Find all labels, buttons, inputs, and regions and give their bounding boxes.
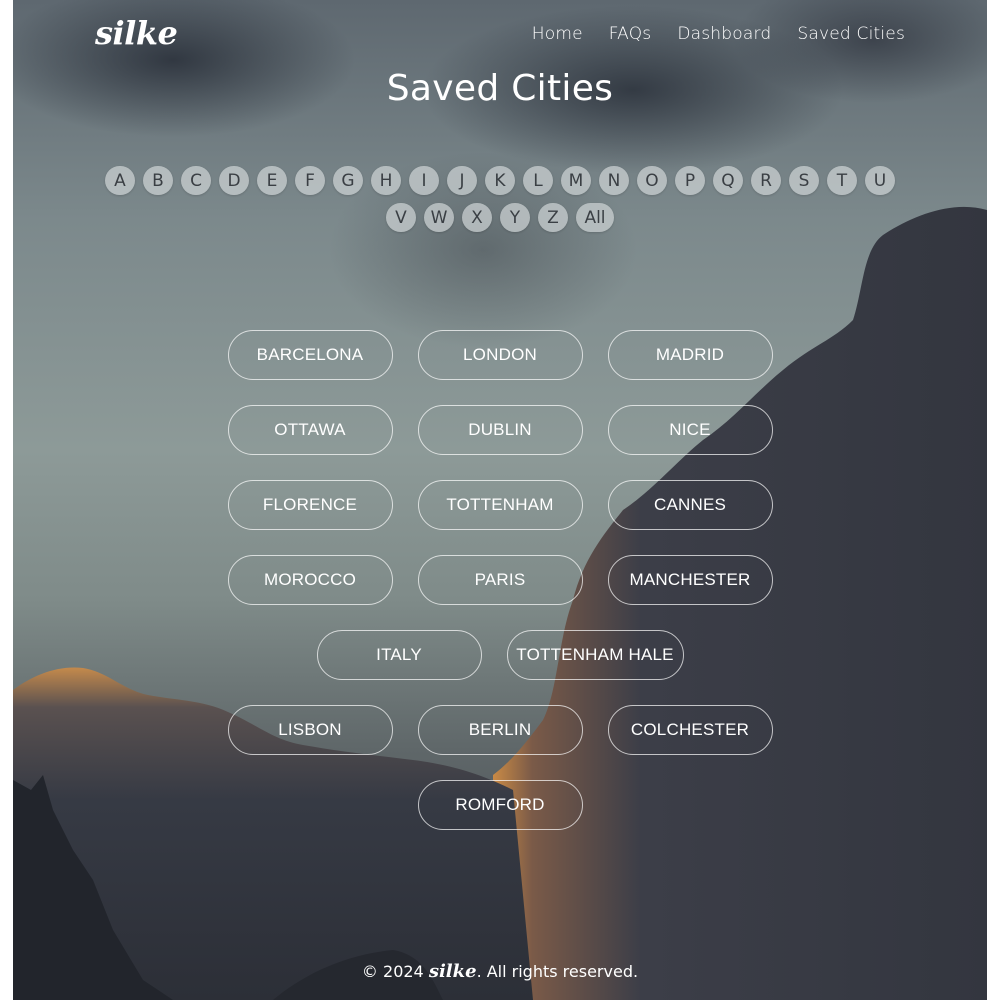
nav-dashboard-link[interactable]: Dashboard — [677, 24, 771, 44]
letter-filter-c[interactable]: C — [181, 166, 211, 195]
city-button-morocco[interactable]: MOROCCO — [227, 555, 393, 605]
city-button-colchester[interactable]: COLCHESTER — [607, 705, 773, 755]
city-button-tottenham-hale[interactable]: TOTTENHAM HALE — [506, 630, 684, 680]
city-button-madrid[interactable]: MADRID — [607, 330, 773, 380]
city-button-barcelona[interactable]: BARCELONA — [227, 330, 393, 380]
letter-filter-k[interactable]: K — [485, 166, 515, 195]
letter-filter-l[interactable]: L — [523, 166, 553, 195]
city-button-lisbon[interactable]: LISBON — [227, 705, 393, 755]
letter-filter-t[interactable]: T — [827, 166, 857, 195]
city-button-cannes[interactable]: CANNES — [607, 480, 773, 530]
letter-filter-e[interactable]: E — [257, 166, 287, 195]
city-button-tottenham[interactable]: TOTTENHAM — [417, 480, 583, 530]
city-button-florence[interactable]: FLORENCE — [227, 480, 393, 530]
letter-filter-q[interactable]: Q — [713, 166, 743, 195]
letter-filter-p[interactable]: P — [675, 166, 705, 195]
letter-filter-j[interactable]: J — [447, 166, 477, 195]
letter-filter-s[interactable]: S — [789, 166, 819, 195]
page: silke Home FAQs Dashboard Saved Cities S… — [13, 0, 987, 1000]
letter-filter-a[interactable]: A — [105, 166, 135, 195]
city-button-manchester[interactable]: MANCHESTER — [607, 555, 773, 605]
city-button-dublin[interactable]: DUBLIN — [417, 405, 583, 455]
city-button-berlin[interactable]: BERLIN — [417, 705, 583, 755]
letter-filter-h[interactable]: H — [371, 166, 401, 195]
city-button-ottawa[interactable]: OTTAWA — [227, 405, 393, 455]
city-button-romford[interactable]: ROMFORD — [417, 780, 583, 830]
footer-rights: . All rights reserved. — [476, 962, 639, 981]
city-button-nice[interactable]: NICE — [607, 405, 773, 455]
letter-filter-r[interactable]: R — [751, 166, 781, 195]
page-title: Saved Cities — [386, 68, 614, 109]
logo[interactable]: silke — [95, 14, 178, 52]
footer: © 2024 silke. All rights reserved. — [13, 961, 987, 982]
main-nav: Home FAQs Dashboard Saved Cities — [532, 24, 905, 44]
letter-filter-m[interactable]: M — [561, 166, 591, 195]
footer-copyright: © 2024 — [361, 962, 424, 981]
letter-filter-v[interactable]: V — [386, 203, 416, 232]
footer-brand: silke — [428, 961, 477, 982]
letter-filter-b[interactable]: B — [143, 166, 173, 195]
letter-filter-n[interactable]: N — [599, 166, 629, 195]
saved-cities-list: BARCELONA LONDON MADRID OTTAWA DUBLIN NICE FLO… — [223, 330, 777, 830]
letter-filter-d[interactable]: D — [219, 166, 249, 195]
alphabet-filter: A B C D E F G H I J K L M N O P Q R S T U V W X Y Z All — [105, 166, 895, 232]
letter-filter-g[interactable]: G — [333, 166, 363, 195]
letter-filter-u[interactable]: U — [865, 166, 895, 195]
letter-filter-w[interactable]: W — [424, 203, 454, 232]
city-button-london[interactable]: LONDON — [417, 330, 583, 380]
nav-faqs-link[interactable]: FAQs — [609, 24, 652, 44]
letter-filter-z[interactable]: Z — [538, 203, 568, 232]
city-button-italy[interactable]: ITALY — [316, 630, 482, 680]
nav-home-link[interactable]: Home — [532, 24, 583, 44]
letter-filter-x[interactable]: X — [462, 203, 492, 232]
nav-saved-cities-link[interactable]: Saved Cities — [797, 24, 905, 44]
letter-filter-o[interactable]: O — [637, 166, 667, 195]
letter-filter-all[interactable]: All — [576, 203, 614, 232]
letter-filter-f[interactable]: F — [295, 166, 325, 195]
city-button-paris[interactable]: PARIS — [417, 555, 583, 605]
letter-filter-i[interactable]: I — [409, 166, 439, 195]
letter-filter-y[interactable]: Y — [500, 203, 530, 232]
